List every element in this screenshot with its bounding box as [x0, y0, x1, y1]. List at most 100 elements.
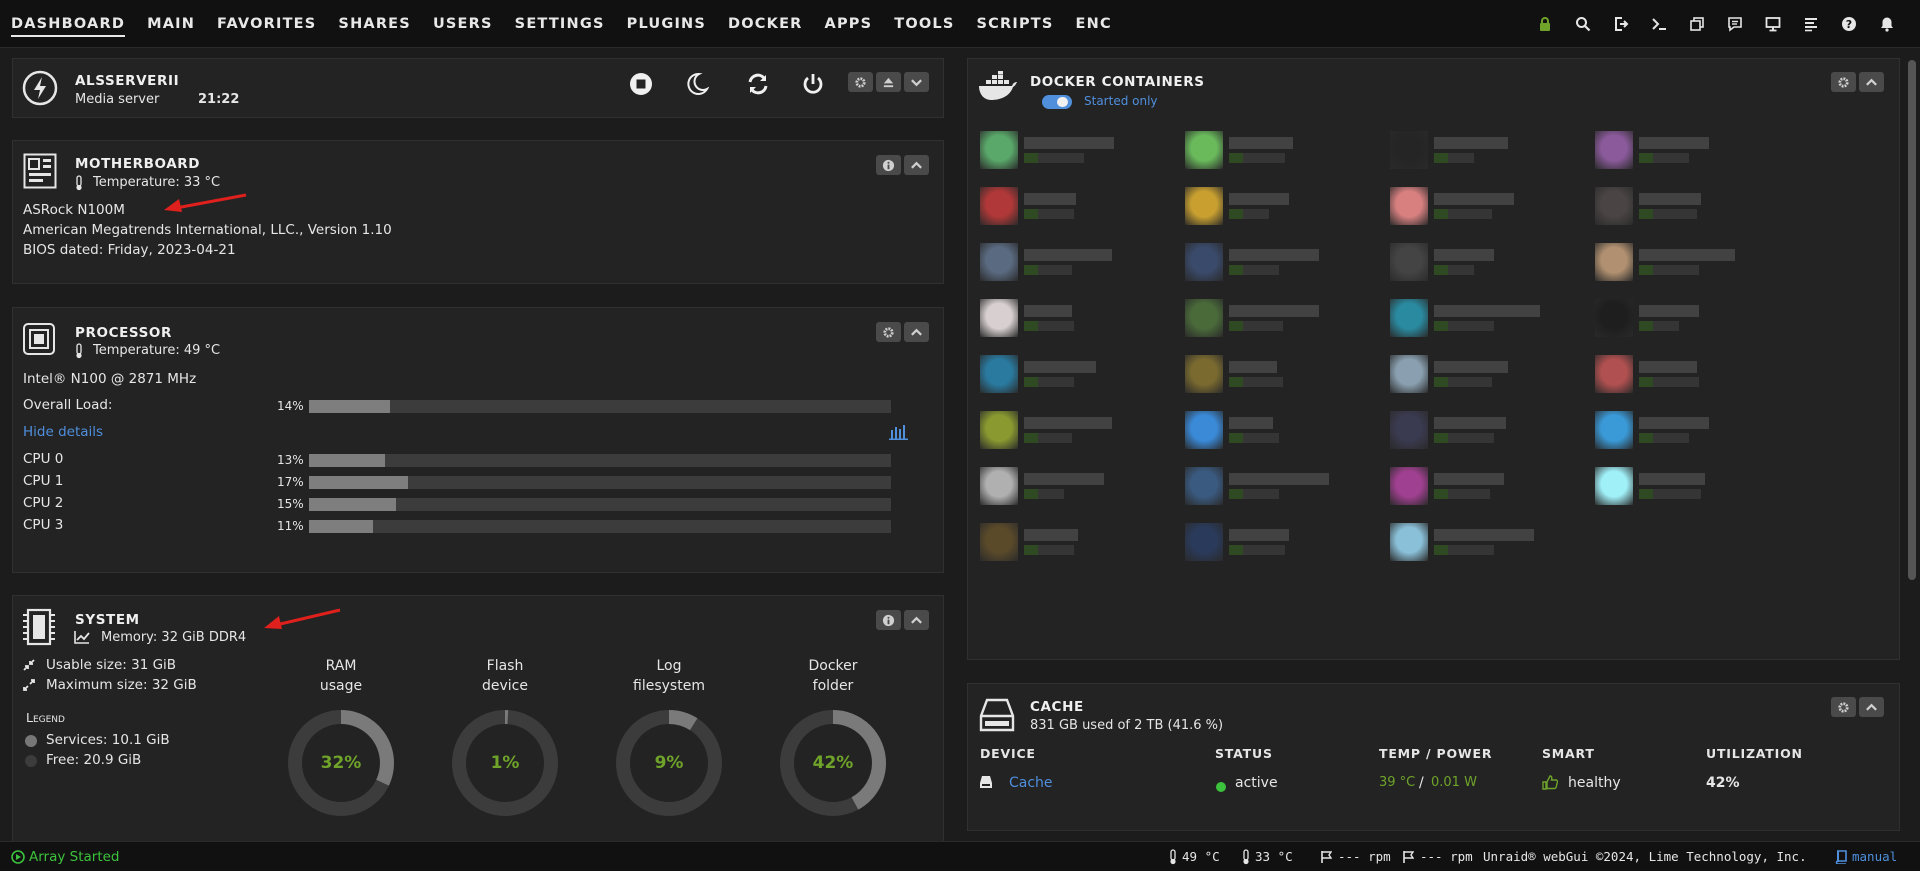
nav-item-apps[interactable]: APPS [814, 0, 884, 47]
container-icon[interactable] [980, 467, 1018, 505]
container-icon[interactable] [1390, 523, 1428, 561]
container-icon[interactable] [980, 187, 1018, 225]
docker-container[interactable] [1390, 463, 1540, 507]
container-icon[interactable] [1390, 243, 1428, 281]
info-icon[interactable] [876, 155, 901, 175]
docker-container[interactable] [1185, 407, 1335, 451]
docker-container[interactable] [1390, 519, 1540, 563]
monitor-icon[interactable] [1754, 0, 1792, 48]
docker-container[interactable] [1595, 127, 1745, 171]
container-icon[interactable] [1185, 131, 1223, 169]
nav-item-enc[interactable]: ENC [1065, 0, 1123, 47]
docker-container[interactable] [1390, 407, 1540, 451]
manual-link[interactable]: manual [1852, 849, 1897, 864]
chevron-up-icon[interactable] [904, 155, 929, 175]
container-icon[interactable] [1185, 243, 1223, 281]
docker-container[interactable] [1185, 295, 1335, 339]
eject-icon[interactable] [876, 72, 901, 92]
docker-container[interactable] [980, 351, 1130, 395]
info-icon[interactable] [876, 610, 901, 630]
container-icon[interactable] [1390, 187, 1428, 225]
settings-gear-icon[interactable] [1831, 697, 1856, 717]
container-icon[interactable] [1595, 131, 1633, 169]
container-icon[interactable] [980, 131, 1018, 169]
container-icon[interactable] [980, 411, 1018, 449]
cache-device-link[interactable]: Cache [1009, 775, 1053, 791]
settings-gear-icon[interactable] [876, 322, 901, 342]
container-icon[interactable] [1390, 355, 1428, 393]
docker-container[interactable] [1185, 183, 1335, 227]
container-icon[interactable] [1185, 355, 1223, 393]
nav-item-plugins[interactable]: PLUGINS [616, 0, 717, 47]
container-icon[interactable] [980, 523, 1018, 561]
container-icon[interactable] [1595, 299, 1633, 337]
docker-container[interactable] [980, 127, 1130, 171]
stop-array-icon[interactable] [629, 72, 653, 100]
container-icon[interactable] [1390, 467, 1428, 505]
docker-container[interactable] [1390, 183, 1540, 227]
sleep-moon-icon[interactable] [685, 72, 710, 100]
chevron-up-icon[interactable] [904, 322, 929, 342]
nav-item-shares[interactable]: SHARES [327, 0, 422, 47]
docker-container[interactable] [1595, 351, 1745, 395]
feedback-icon[interactable] [1716, 0, 1754, 48]
docker-container[interactable] [1185, 351, 1335, 395]
docker-container[interactable] [1390, 351, 1540, 395]
settings-gear-icon[interactable] [1831, 72, 1856, 92]
chevron-up-icon[interactable] [904, 610, 929, 630]
nav-item-tools[interactable]: TOOLS [883, 0, 965, 47]
container-icon[interactable] [1595, 355, 1633, 393]
bell-icon[interactable] [1868, 0, 1906, 48]
docker-container[interactable] [1390, 239, 1540, 283]
help-icon[interactable]: ? [1830, 0, 1868, 48]
docker-container[interactable] [1595, 295, 1745, 339]
docker-container[interactable] [980, 519, 1130, 563]
docker-container[interactable] [1595, 239, 1745, 283]
nav-item-settings[interactable]: SETTINGS [504, 0, 616, 47]
search-icon[interactable] [1564, 0, 1602, 48]
logout-icon[interactable] [1602, 0, 1640, 48]
nav-item-main[interactable]: MAIN [136, 0, 206, 47]
page-scrollbar[interactable] [1908, 60, 1916, 580]
docker-container[interactable] [1185, 519, 1335, 563]
windows-icon[interactable] [1678, 0, 1716, 48]
log-icon[interactable] [1792, 0, 1830, 48]
docker-container[interactable] [1185, 463, 1335, 507]
docker-container[interactable] [980, 407, 1130, 451]
container-icon[interactable] [1390, 411, 1428, 449]
container-icon[interactable] [1595, 411, 1633, 449]
docker-container[interactable] [1595, 407, 1745, 451]
container-icon[interactable] [1390, 299, 1428, 337]
container-icon[interactable] [1185, 523, 1223, 561]
nav-item-favorites[interactable]: FAVORITES [206, 0, 327, 47]
docker-container[interactable] [1390, 295, 1540, 339]
container-icon[interactable] [1595, 243, 1633, 281]
nav-item-scripts[interactable]: SCRIPTS [966, 0, 1065, 47]
docker-container[interactable] [1595, 463, 1745, 507]
container-icon[interactable] [980, 355, 1018, 393]
docker-container[interactable] [1390, 127, 1540, 171]
container-icon[interactable] [1390, 131, 1428, 169]
container-icon[interactable] [1185, 187, 1223, 225]
chevron-down-icon[interactable] [904, 72, 929, 92]
docker-container[interactable] [980, 183, 1130, 227]
container-icon[interactable] [1185, 411, 1223, 449]
chevron-up-icon[interactable] [1859, 697, 1884, 717]
settings-gear-icon[interactable] [848, 72, 873, 92]
reboot-icon[interactable] [746, 72, 770, 100]
docker-container[interactable] [980, 239, 1130, 283]
terminal-icon[interactable] [1640, 0, 1678, 48]
docker-container[interactable] [1595, 183, 1745, 227]
docker-container[interactable] [1185, 239, 1335, 283]
hide-details-link[interactable]: Hide details [23, 424, 103, 440]
nav-item-dashboard[interactable]: DASHBOARD [0, 0, 136, 47]
container-icon[interactable] [1595, 187, 1633, 225]
nav-item-docker[interactable]: DOCKER [717, 0, 814, 47]
lock-icon[interactable] [1526, 0, 1564, 48]
container-icon[interactable] [1185, 467, 1223, 505]
nav-item-users[interactable]: USERS [422, 0, 504, 47]
container-icon[interactable] [980, 299, 1018, 337]
docker-container[interactable] [980, 463, 1130, 507]
started-only-toggle[interactable] [1042, 94, 1072, 114]
docker-container[interactable] [980, 295, 1130, 339]
